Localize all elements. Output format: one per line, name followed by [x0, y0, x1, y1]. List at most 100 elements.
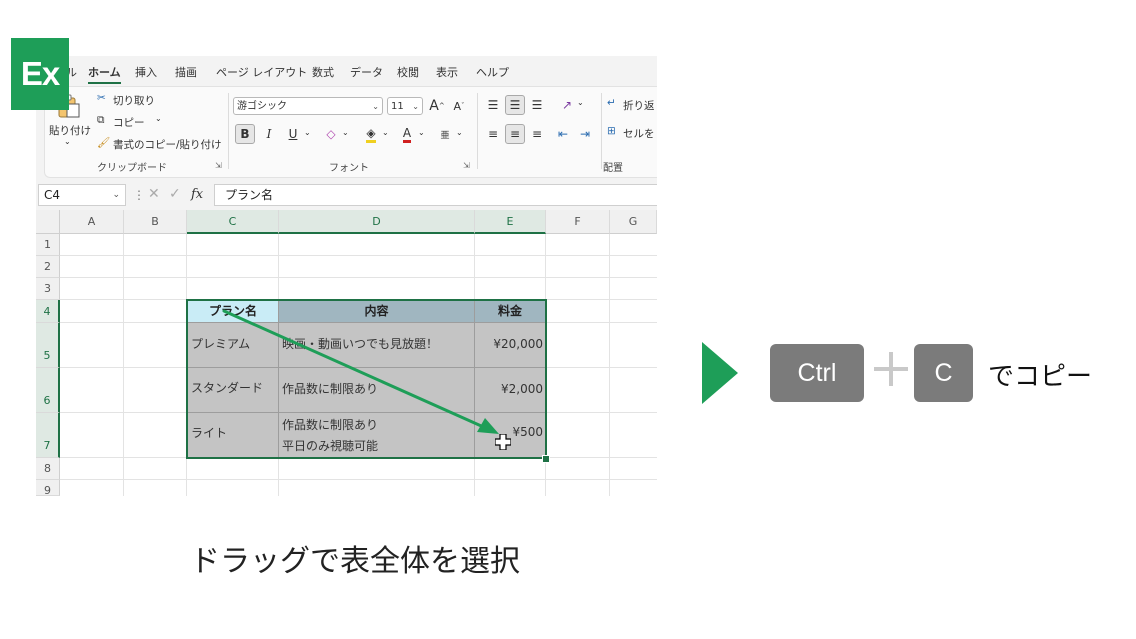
orientation-button[interactable]: ↗	[557, 95, 577, 115]
tab-review[interactable]: 校閲	[397, 64, 419, 80]
eraser-icon: ◇	[326, 127, 336, 141]
ribbon-tab-bar: ル ホーム 挿入 描画 ページ レイアウト 数式 データ 校閲 表示 ヘルプ	[36, 56, 657, 86]
tab-formulas[interactable]: 数式	[312, 64, 334, 80]
merge-label: セルを	[623, 128, 655, 140]
enter-check-icon[interactable]: ✓	[169, 186, 181, 202]
fill-handle[interactable]	[542, 455, 550, 463]
font-group-label: フォント	[329, 163, 369, 174]
row-header-1[interactable]: 1	[36, 234, 60, 256]
font-size-value: 11	[391, 101, 404, 112]
insert-function-button[interactable]: fx	[191, 187, 203, 202]
column-header-e[interactable]: E	[475, 210, 546, 234]
align-bottom-icon: ☰	[531, 98, 543, 112]
chevron-down-icon: ⌄	[112, 190, 120, 200]
tab-insert[interactable]: 挿入	[135, 64, 157, 80]
table-cell-content[interactable]: 作品数に制限あり 平日のみ視聴可能	[279, 413, 475, 458]
orientation-icon: ↗	[561, 98, 573, 112]
tab-data[interactable]: データ	[350, 64, 383, 80]
chevron-down-icon[interactable]: ⌄	[418, 128, 425, 137]
phonetic-button[interactable]: 亜	[435, 124, 455, 144]
wrap-text-button[interactable]: ↵ 折り返	[607, 97, 657, 115]
font-color-button[interactable]: A	[397, 124, 417, 144]
name-box[interactable]: C4 ⌄	[38, 184, 126, 206]
scissors-icon: ✂	[97, 92, 106, 104]
wrap-text-icon: ↵	[607, 97, 616, 109]
align-top-button[interactable]: ☰	[483, 95, 503, 115]
chevron-down-icon[interactable]: ⌄	[342, 128, 349, 137]
cell-line: 作品数に制限あり	[282, 418, 379, 432]
row-header-4[interactable]: 4	[36, 300, 60, 323]
cut-button[interactable]: ✂ 切り取り	[97, 91, 167, 109]
table-header-price[interactable]: 料金	[475, 300, 546, 323]
column-header-d[interactable]: D	[279, 210, 475, 234]
select-all-corner[interactable]	[36, 210, 60, 234]
row-header-3[interactable]: 3	[36, 278, 60, 300]
chevron-down-icon[interactable]: ⌄	[577, 98, 584, 107]
decrease-indent-button[interactable]: ⇤	[553, 124, 573, 144]
italic-button[interactable]: I	[259, 124, 279, 144]
chevron-down-icon[interactable]: ⌄	[382, 128, 389, 137]
format-painter-button[interactable]: 🖌 書式のコピー/貼り付け	[97, 135, 227, 153]
font-size-dropdown[interactable]: 11 ⌄	[387, 97, 423, 115]
table-cell-price[interactable]: ¥20,000	[475, 323, 546, 368]
fill-color-button[interactable]: ◈	[361, 124, 381, 144]
clipboard-group-label: クリップボード	[97, 163, 167, 174]
more-options-icon[interactable]: ⋮	[133, 188, 145, 202]
table-header-content[interactable]: 内容	[279, 300, 475, 323]
row-header-8[interactable]: 8	[36, 458, 60, 480]
dialog-launcher-icon[interactable]: ⇲	[463, 161, 470, 170]
align-right-button[interactable]: ≡	[527, 124, 547, 144]
tab-help[interactable]: ヘルプ	[476, 64, 509, 80]
table-cell-content[interactable]: 映画・動画いつでも見放題！	[279, 323, 475, 368]
increase-font-size-button[interactable]: A ^	[427, 96, 447, 116]
align-right-icon: ≡	[531, 127, 543, 141]
tab-page-layout[interactable]: ページ レイアウト	[216, 64, 307, 80]
row-header-6[interactable]: 6	[36, 368, 60, 413]
decrease-font-icon: A	[453, 99, 462, 113]
decrease-font-size-button[interactable]: Aˇ	[449, 96, 469, 116]
cancel-icon[interactable]: ✕	[148, 186, 160, 202]
table-cell-plan[interactable]: ライト	[187, 413, 279, 458]
row-header-7[interactable]: 7	[36, 413, 60, 458]
tab-home[interactable]: ホーム	[88, 64, 121, 84]
tab-draw[interactable]: 描画	[175, 64, 197, 80]
copy-label: コピー	[113, 117, 145, 129]
align-middle-button[interactable]: ☰	[505, 95, 525, 115]
tab-view[interactable]: 表示	[436, 64, 458, 80]
ctrl-key: Ctrl	[770, 344, 864, 402]
cell-line: 平日のみ視聴可能	[282, 439, 379, 453]
table-cell-plan[interactable]: スタンダード	[187, 368, 279, 413]
increase-indent-button[interactable]: ⇥	[575, 124, 595, 144]
table-cell-plan[interactable]: プレミアム	[187, 323, 279, 368]
align-center-button[interactable]: ≡	[505, 124, 525, 144]
align-left-icon: ≡	[487, 127, 499, 141]
table-cell-content[interactable]: 作品数に制限あり	[279, 368, 475, 413]
underline-button[interactable]: U	[283, 124, 303, 144]
chevron-down-icon[interactable]: ⌄	[456, 128, 463, 137]
font-name-dropdown[interactable]: 游ゴシック ⌄	[233, 97, 383, 115]
row-header-2[interactable]: 2	[36, 256, 60, 278]
column-header-g[interactable]: G	[610, 210, 657, 234]
table-header-plan[interactable]: プラン名	[187, 300, 279, 323]
column-header-f[interactable]: F	[546, 210, 610, 234]
align-left-button[interactable]: ≡	[483, 124, 503, 144]
align-bottom-button[interactable]: ☰	[527, 95, 547, 115]
merge-icon: ⊞	[607, 125, 616, 137]
table-cell-price[interactable]: ¥2,000	[475, 368, 546, 413]
column-header-a[interactable]: A	[60, 210, 124, 234]
row-header-9[interactable]: 9	[36, 480, 60, 496]
dialog-launcher-icon[interactable]: ⇲	[215, 161, 222, 170]
excel-window: ル ホーム 挿入 描画 ページ レイアウト 数式 データ 校閲 表示 ヘルプ 貼…	[36, 56, 657, 496]
bold-button[interactable]: B	[235, 124, 255, 144]
merge-center-button[interactable]: ⊞ セルを	[607, 125, 657, 143]
excel-badge-logo: Ex	[11, 38, 69, 110]
name-box-value: C4	[44, 188, 61, 202]
column-header-c[interactable]: C	[187, 210, 279, 234]
copy-button[interactable]: ⧉ コピー ⌄	[97, 113, 177, 131]
row-header-5[interactable]: 5	[36, 323, 60, 368]
formula-input[interactable]: プラン名	[214, 184, 657, 206]
column-header-b[interactable]: B	[124, 210, 187, 234]
chevron-down-icon[interactable]: ⌄	[304, 128, 311, 137]
border-button[interactable]: ◇	[321, 124, 341, 144]
group-divider	[228, 93, 229, 169]
